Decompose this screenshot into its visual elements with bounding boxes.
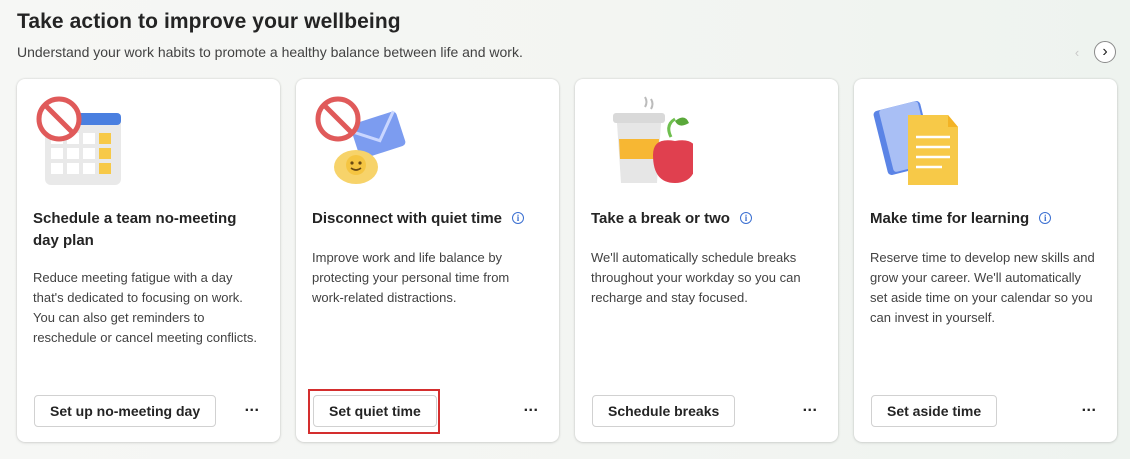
page-subtitle: Understand your work habits to promote a… xyxy=(17,44,523,60)
card-title: Schedule a team no-meeting day plan xyxy=(33,210,237,249)
notebook-icon xyxy=(873,101,958,185)
more-options-button[interactable]: ... xyxy=(798,399,822,423)
highlight-box xyxy=(308,389,440,434)
chevron-left-icon: ‹ xyxy=(1074,44,1080,60)
calendar-no-icon xyxy=(36,96,121,185)
set-up-no-meeting-day-button[interactable]: Set up no-meeting day xyxy=(34,395,217,427)
info-icon[interactable]: i xyxy=(512,212,525,224)
card-description: Reserve time to develop new skills and g… xyxy=(870,250,1095,325)
more-options-button[interactable]: ... xyxy=(240,399,264,423)
schedule-breaks-button[interactable]: Schedule breaks xyxy=(592,395,736,427)
chevron-right-icon: › xyxy=(1102,43,1108,60)
card-title: Disconnect with quiet time i xyxy=(312,208,542,230)
page-title: Take action to improve your wellbeing xyxy=(17,10,401,33)
carousel-prev-button[interactable]: ‹ xyxy=(1066,41,1088,63)
info-icon[interactable]: i xyxy=(739,212,752,224)
card-description: Improve work and life balance by protect… xyxy=(312,250,510,305)
card-description: We'll automatically schedule breaks thro… xyxy=(591,250,801,305)
card-title: Make time for learning i xyxy=(870,208,1100,230)
set-aside-time-button[interactable]: Set aside time xyxy=(871,395,998,427)
card-description: Reduce meeting fatigue with a day that's… xyxy=(33,270,258,345)
mail-no-icon xyxy=(315,96,406,184)
card-title: Take a break or two i xyxy=(591,208,821,230)
carousel-next-button[interactable]: › xyxy=(1094,41,1116,63)
more-options-button[interactable]: ... xyxy=(1077,399,1101,423)
more-options-button[interactable]: ... xyxy=(519,399,543,423)
card-no-meeting-day: Schedule a team no-meeting day plan Redu… xyxy=(17,79,280,442)
card-quiet-time: Disconnect with quiet time i Improve work… xyxy=(296,79,559,442)
coffee-apple-icon xyxy=(613,96,693,183)
card-learning: Make time for learning i Reserve time to … xyxy=(854,79,1117,442)
info-icon[interactable]: i xyxy=(1039,212,1052,224)
card-take-a-break: Take a break or two i We'll automatically… xyxy=(575,79,838,442)
